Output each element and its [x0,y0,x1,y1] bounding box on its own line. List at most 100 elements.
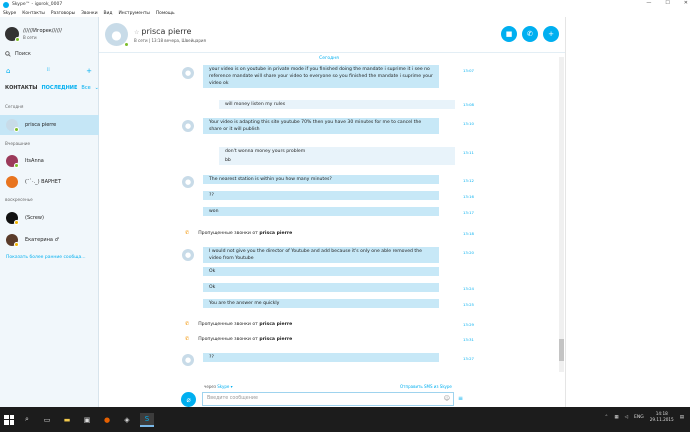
profile-status: В сети [23,35,37,40]
language-indicator[interactable]: ENG [634,415,644,420]
explorer-icon[interactable]: ▬ [60,413,74,427]
volume-icon[interactable]: ◁ [625,415,628,420]
search-icon[interactable]: ⌕ [20,413,34,427]
app-icon[interactable]: ◈ [120,413,134,427]
message-time: 13:17 [463,210,474,215]
message-bubble: bb [219,156,455,165]
paperclip-icon: ⌀ [186,395,191,404]
contact-name: (Screw) [25,215,44,221]
contact-item[interactable]: (Screw) [0,208,99,228]
message-bubble: Your video is adapting this site youtube… [203,118,439,134]
chat-scrollbar[interactable] [559,57,564,372]
menu-tools[interactable]: Инструменты [118,11,149,16]
missed-call-notice: ✆ Пропущенные звонки от prisca pierre [185,230,292,236]
send-sms-link[interactable]: Отправить SMS из Skype [400,384,452,389]
menu-help[interactable]: Помощь [156,11,175,16]
message-time: 13:25 [463,302,474,307]
add-people-button[interactable]: + [543,26,559,42]
send-options-icon[interactable]: ≡ [458,395,463,402]
section-today: Сегодня [5,104,24,109]
message-bubble: won [203,207,439,216]
message-time: 13:31 [463,337,474,342]
emoticon-icon[interactable]: ☺ [444,395,450,402]
message-time: 13:12 [463,178,474,183]
avatar: ● [182,249,194,261]
message-bubble: Ok [203,267,439,276]
sidebar: //////Игорек////// В сети Поиск ⌂ ⁞⁞ + К… [0,17,99,407]
missed-call-notice: ✆ Пропущенные звонки от prisca pierre [185,336,292,342]
clock[interactable]: 14:18 29.11.2015 [650,411,674,423]
window-title: Skype™ - igorok_0007 [12,2,63,7]
missed-call-icon: ✆ [185,230,190,236]
video-call-button[interactable]: ■ [501,26,517,42]
menu-bar: Skype Контакты Разговоры Звонки Вид Инст… [0,9,690,17]
tab-contacts[interactable]: КОНТАКТЫ [5,85,37,91]
home-icon[interactable]: ⌂ [6,67,10,75]
phone-icon: ✆ [527,30,533,38]
notifications-icon[interactable]: ▤ [680,415,684,420]
via-selector[interactable]: через Skype ▾ [204,384,233,389]
message-time: 13:20 [463,250,474,255]
scrollbar-thumb[interactable] [559,339,564,361]
attach-button[interactable]: ⌀ [181,392,196,407]
missed-call-name: prisca pierre [259,230,293,236]
favorite-star-icon[interactable]: ☆ [134,29,139,36]
message-input[interactable]: Введите сообщение ☺ [202,392,454,406]
search-box[interactable]: Поиск [5,51,93,57]
windows-start-icon[interactable] [4,414,14,425]
avatar[interactable]: ● [105,23,129,47]
via-skype-link[interactable]: Skype ▾ [217,384,232,389]
right-panel [565,17,690,407]
avatar: ● [182,120,194,132]
minimize-button[interactable]: — [646,0,651,6]
message-placeholder: Введите сообщение [207,396,258,401]
show-more-link[interactable]: Показать более ранние сообща... [6,255,86,260]
menu-calls[interactable]: Звонки [81,11,97,16]
missed-call-label: Пропущенные звонки от [198,336,258,342]
close-button[interactable]: ✕ [684,0,688,6]
menu-view[interactable]: Вид [104,11,113,16]
contact-item[interactable]: ItsAnna [0,151,99,171]
message-time: 13:10 [463,121,474,126]
missed-call-name: prisca pierre [259,321,293,327]
message-time: 13:08 [463,102,474,107]
missed-call-name: prisca pierre [259,336,293,342]
message-bubble: will money listen my rules [219,100,455,109]
avatar [6,234,19,247]
message-bubble: You are the answer me quickly [203,299,439,308]
message-time: 13:11 [463,150,474,155]
store-icon[interactable]: ▣ [80,413,94,427]
missed-call-label: Пропущенные звонки от [198,230,258,236]
title-bar: Skype™ - igorok_0007 — ☐ ✕ [0,0,690,9]
tab-recent[interactable]: ПОСЛЕДНИЕ [41,85,77,91]
skype-taskbar-icon[interactable]: S [140,412,154,427]
add-person-icon: + [548,30,554,38]
contact-item[interactable]: Екатерина ♂ [0,230,99,250]
via-label: через [204,384,216,389]
message-bubble: ?? [203,353,439,362]
tray-chevron-icon[interactable]: ⌃ [605,415,609,420]
contact-item[interactable]: (¯`·._) ВАРНЕТ [0,172,99,192]
avatar [6,176,18,188]
task-view-icon[interactable]: ▭ [40,413,54,427]
call-button[interactable]: ✆ [522,26,538,42]
system-tray: ⌃ ▦ ◁ ENG 14:18 29.11.2015 ▤ [605,411,684,423]
avatar: ● [182,67,194,79]
message-time: 13:18 [463,231,474,236]
menu-conversations[interactable]: Разговоры [51,11,75,16]
message-bubble: ?? [203,191,439,200]
profile[interactable]: //////Игорек////// В сети [5,27,62,42]
add-icon[interactable]: + [86,67,92,75]
message-bubble: don't wonna money yours problem [219,147,455,156]
menu-skype[interactable]: Skype [3,11,16,16]
dialpad-icon[interactable]: ⁞⁞ [47,67,50,75]
avatar [6,212,19,225]
filter-all[interactable]: Все [81,85,90,91]
maximize-button[interactable]: ☐ [665,0,669,6]
menu-contacts[interactable]: Контакты [22,11,45,16]
network-icon[interactable]: ▦ [614,415,618,420]
section-week: воскресенье [5,197,33,202]
message-bubble: The nearest station is within you how ma… [203,175,439,184]
contact-item[interactable]: prisca pierre [0,115,99,135]
firefox-icon[interactable]: ● [100,413,114,427]
